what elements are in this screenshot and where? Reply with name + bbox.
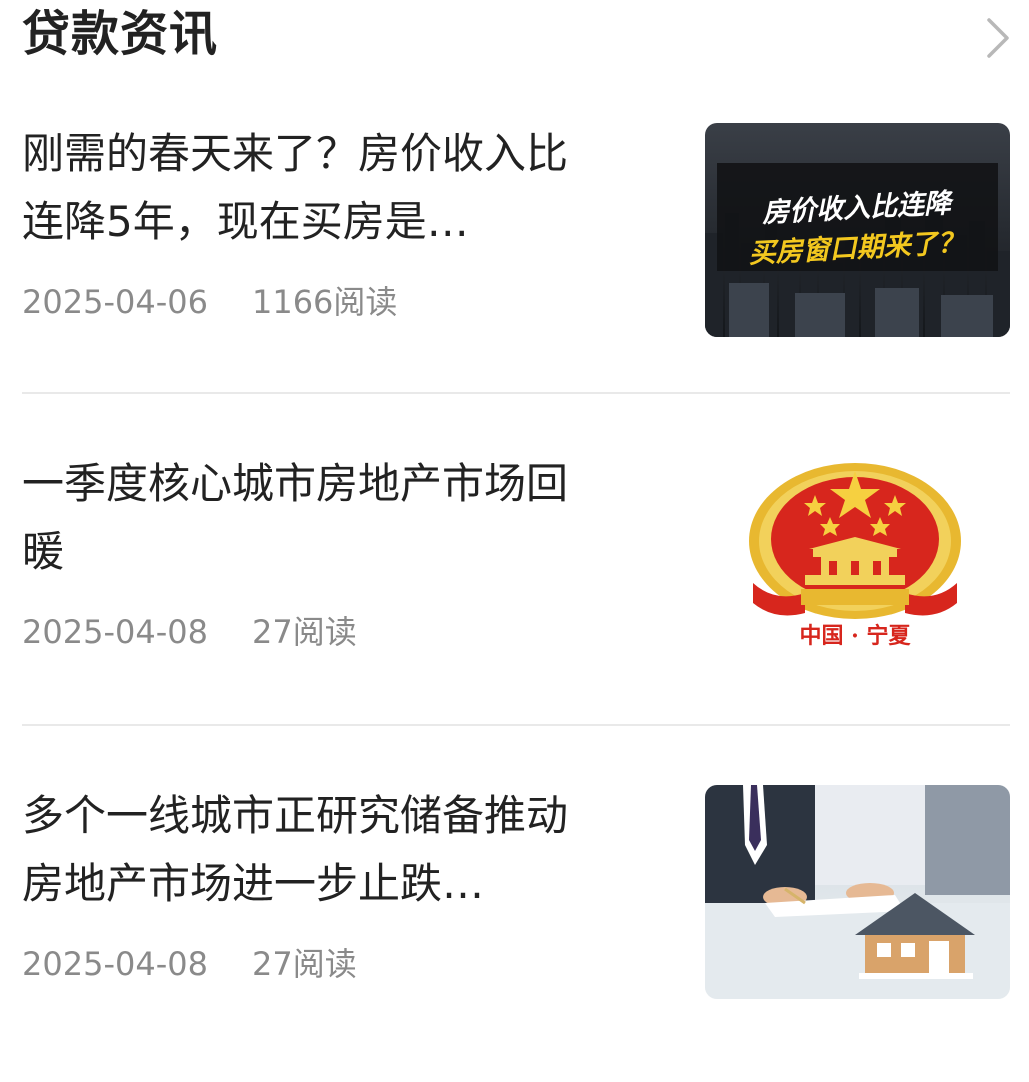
chevron-right-icon[interactable]: [983, 14, 1011, 62]
news-meta: 2025-04-06 1166阅读: [22, 282, 397, 322]
news-title: 刚需的春天来了？房价收入比连降5年，现在买房是…: [22, 129, 569, 246]
news-thumbnail: [705, 785, 1010, 999]
news-meta: 2025-04-08 27阅读: [22, 612, 357, 652]
news-date: 2025-04-08: [22, 613, 208, 651]
news-meta: 2025-04-08 27阅读: [22, 944, 357, 984]
news-read-count: 1166阅读: [251, 283, 398, 321]
news-thumbnail: 房价收入比连降 买房窗口期来了？: [705, 123, 1010, 337]
news-date: 2025-04-06: [22, 283, 208, 321]
section-title: 贷款资讯: [22, 6, 219, 62]
section-header: 贷款资讯: [0, 0, 1029, 80]
news-title: 多个一线城市正研究储备推动房地产市场进一步止跌…: [22, 791, 569, 908]
divider: [22, 724, 1010, 726]
news-date: 2025-04-08: [22, 945, 208, 983]
news-thumbnail: 中国 · 宁夏: [705, 453, 1010, 667]
news-item[interactable]: 一季度核心城市房地产市场回暖 2025-04-08 27阅读 中国 · 宁夏: [22, 450, 1010, 750]
emblem-caption: 中国 · 宁夏: [800, 623, 912, 649]
house-contract-image: [705, 785, 1010, 999]
news-title: 一季度核心城市房地产市场回暖: [22, 459, 569, 576]
city-skyline-image: 房价收入比连降 买房窗口期来了？: [705, 123, 1010, 337]
news-item[interactable]: 刚需的春天来了？房价收入比连降5年，现在买房是… 2025-04-06 1166阅…: [22, 120, 1010, 420]
news-item[interactable]: 多个一线城市正研究储备推动房地产市场进一步止跌… 2025-04-08 27阅读: [22, 782, 1010, 1082]
national-emblem-image: 中国 · 宁夏: [705, 453, 1010, 667]
news-read-count: 27阅读: [251, 613, 357, 651]
news-read-count: 27阅读: [251, 945, 357, 983]
divider: [22, 392, 1010, 394]
